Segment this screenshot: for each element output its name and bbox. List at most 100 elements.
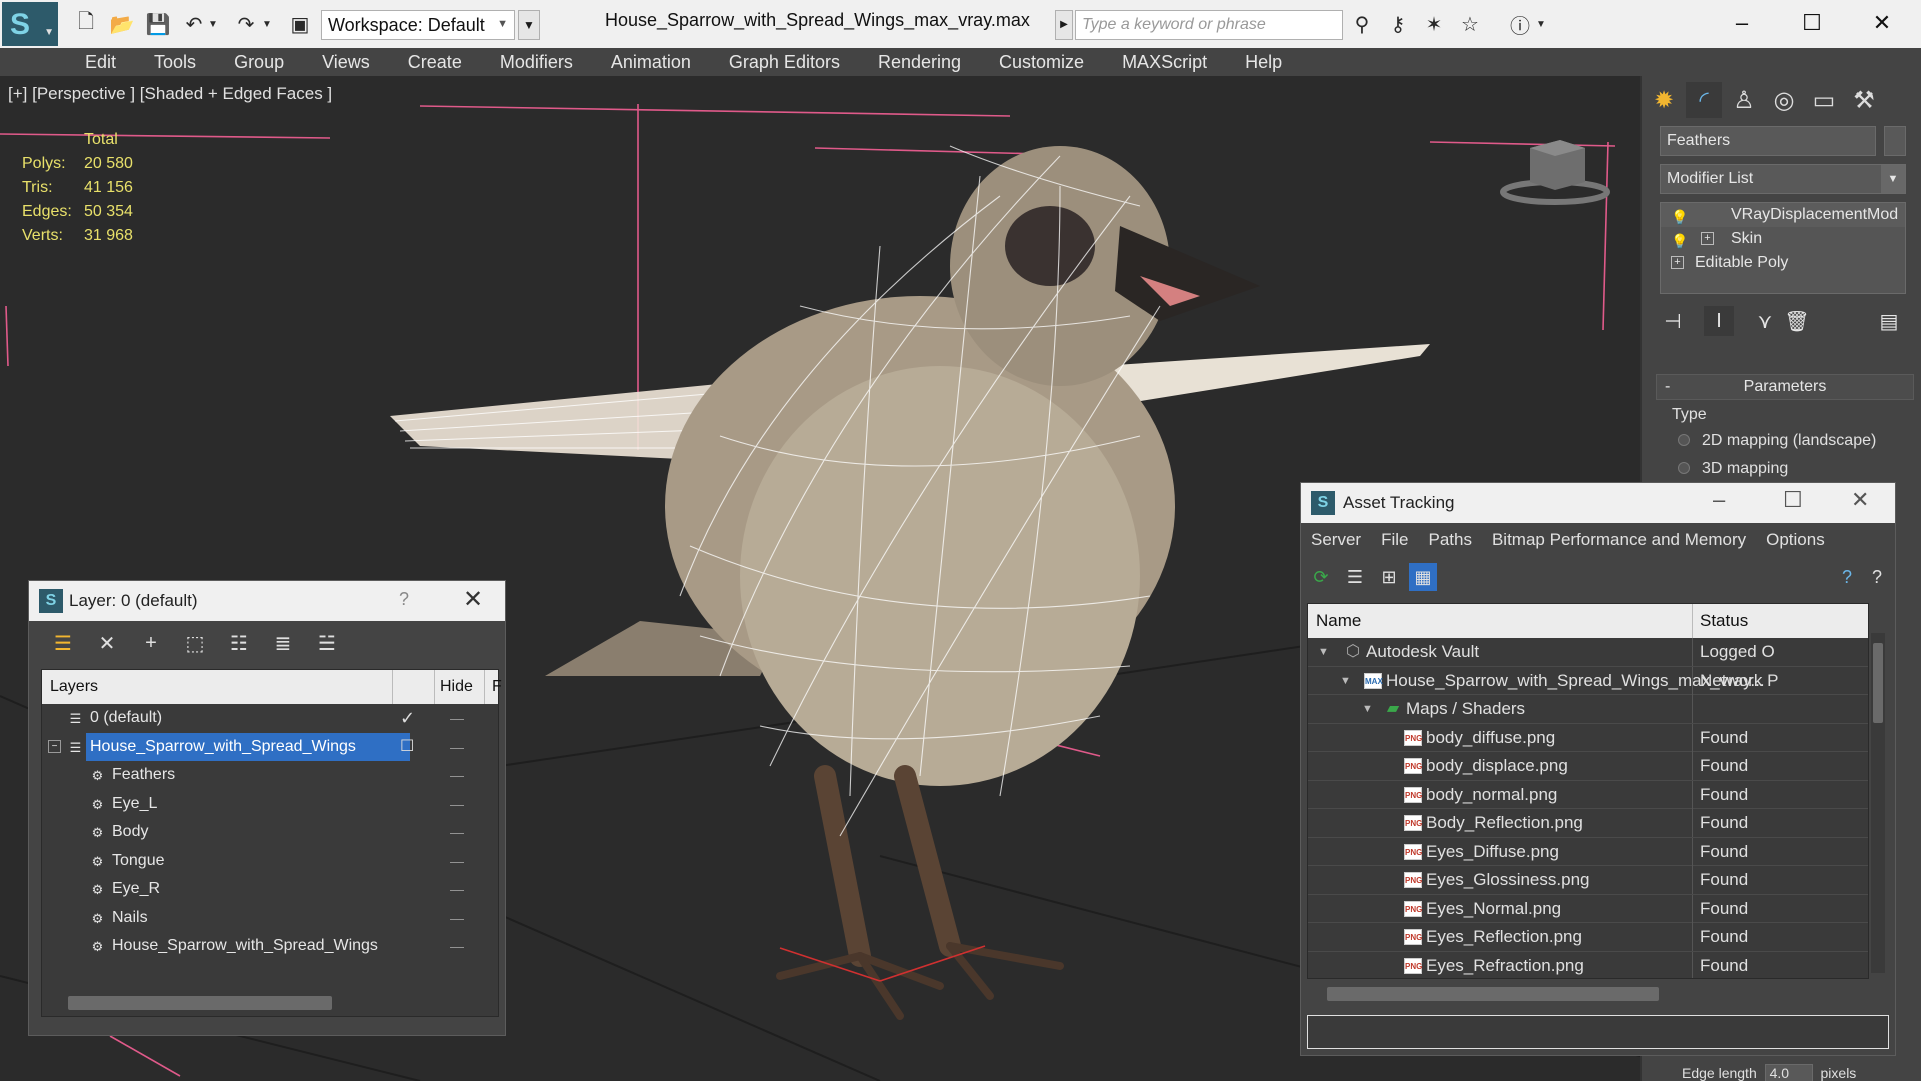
create-layer-icon[interactable]: ☰ [49,629,77,657]
stack-item-skin[interactable]: 💡 + Skin [1661,227,1905,251]
asset-row[interactable]: ▼ ▰ Maps / Shaders [1308,695,1868,724]
undo-dropdown-icon[interactable]: ▼ [206,10,220,38]
remove-modifier-icon[interactable]: 🗑 [1782,306,1812,336]
radio-2d-mapping[interactable]: 2D mapping (landscape) [1678,432,1876,450]
stack-item-editable-poly[interactable]: + Editable Poly [1661,251,1905,275]
menu-help[interactable]: Help [1226,52,1301,73]
expand-icon[interactable]: + [1671,256,1684,269]
asset-menu-options[interactable]: Options [1766,530,1825,550]
hide-toggle[interactable]: — [450,847,464,875]
tree-view-icon[interactable]: ⊞ [1375,563,1403,591]
asset-row[interactable]: PNG Eyes_Diffuse.png Found [1308,837,1868,866]
motion-tab-icon[interactable]: ◎ [1766,82,1802,118]
menu-animation[interactable]: Animation [592,52,710,73]
menu-edit[interactable]: Edit [66,52,135,73]
table-view-icon[interactable]: ▦ [1409,563,1437,591]
hide-unhide-all-icon[interactable]: ☱ [313,629,341,657]
minimize-button[interactable]: – [1713,487,1725,513]
pin-stack-icon[interactable]: ⊣ [1658,306,1688,336]
asset-row[interactable]: PNG body_normal.png Found [1308,780,1868,809]
horizontal-scrollbar[interactable] [1327,987,1659,1001]
checkmark-icon[interactable]: ✓ [400,704,415,732]
horizontal-scrollbar[interactable] [68,996,332,1010]
open-file-icon[interactable]: 📂 [108,10,136,38]
hierarchy-tab-icon[interactable]: ♙ [1726,82,1762,118]
save-icon[interactable]: 💾 [144,10,172,38]
delete-layer-icon[interactable]: ✕ [93,629,121,657]
chevron-down-icon[interactable]: ▼ [1318,638,1329,666]
menu-maxscript[interactable]: MAXScript [1103,52,1226,73]
asset-row[interactable]: PNG Eyes_Refraction.png Found [1308,951,1868,978]
maximize-button[interactable]: ☐ [1784,6,1840,40]
lightbulb-icon[interactable]: 💡 [1671,229,1688,253]
make-unique-icon[interactable]: ⋎ [1750,306,1780,336]
workspace-select[interactable]: Workspace: Default ▼ [321,10,515,40]
communication-icon[interactable]: ✶ [1420,10,1448,38]
add-to-layer-icon[interactable]: + [137,629,165,657]
asset-row[interactable]: PNG Body_Reflection.png Found [1308,809,1868,838]
asset-menu-paths[interactable]: Paths [1428,530,1471,550]
hide-toggle[interactable]: — [450,875,464,903]
layer-object-row[interactable]: ⚙ House_Sparrow_with_Spread_Wings — [42,932,498,961]
radio-3d-mapping[interactable]: 3D mapping [1678,460,1788,478]
layer-object-row[interactable]: ⚙ Tongue — [42,847,498,876]
asset-menu-file[interactable]: File [1381,530,1408,550]
vertical-scrollbar[interactable] [1871,633,1885,973]
current-layer-box-icon[interactable]: ☐ [400,733,414,761]
menu-views[interactable]: Views [303,52,389,73]
viewport-label[interactable]: [+] [Perspective ] [Shaded + Edged Faces… [8,84,332,104]
select-objects-icon[interactable]: ⬚ [181,629,209,657]
object-name-field[interactable]: Feathers [1660,126,1876,156]
asset-menu-server[interactable]: Server [1311,530,1361,550]
key-icon[interactable]: ⚷ [1384,10,1412,38]
hide-toggle[interactable]: — [450,733,464,761]
favorites-star-icon[interactable]: ☆ [1456,10,1484,38]
help-button[interactable]: ? [399,589,409,610]
menu-customize[interactable]: Customize [980,52,1103,73]
menu-modifiers[interactable]: Modifiers [481,52,592,73]
modify-tab-icon[interactable]: ◜ [1686,82,1722,118]
menu-group[interactable]: Group [215,52,303,73]
new-file-icon[interactable]: 🗋 [72,10,100,38]
menu-tools[interactable]: Tools [135,52,215,73]
hide-toggle[interactable]: — [450,761,464,789]
help-icon[interactable]: ⓘ [1506,10,1534,38]
configure-sets-icon[interactable]: ▤ [1874,306,1904,336]
col-hide[interactable]: Hide [440,678,473,696]
hide-toggle[interactable]: — [450,704,464,732]
workspace-menu-button[interactable]: ▼ [518,10,540,40]
project-folder-icon[interactable]: ▣ [286,10,314,38]
col-status[interactable]: Status [1700,611,1748,631]
chevron-down-icon[interactable]: ▼ [1340,667,1351,695]
stack-item-vraydisplacement[interactable]: 💡 VRayDisplacementMod [1661,203,1905,227]
search-input[interactable]: Type a keyword or phrase [1075,10,1343,40]
minimize-button[interactable]: – [1714,6,1770,40]
maximize-button[interactable]: ☐ [1783,487,1803,513]
display-tab-icon[interactable]: ▭ [1806,82,1842,118]
create-tab-icon[interactable]: ✹ [1646,82,1682,118]
layer-row-sparrow[interactable]: − ☰ House_Sparrow_with_Spread_Wings ☐ — [42,732,498,762]
asset-row[interactable]: PNG body_displace.png Found [1308,752,1868,781]
col-name[interactable]: Name [1316,611,1361,631]
hide-toggle[interactable]: — [450,818,464,846]
asset-menu-bitmap[interactable]: Bitmap Performance and Memory [1492,530,1746,550]
asset-row[interactable]: ▼ ⬡ Autodesk Vault Logged O [1308,638,1868,667]
close-button[interactable]: ✕ [1851,487,1869,513]
close-button[interactable]: ✕ [1854,6,1910,40]
layer-object-row[interactable]: ⚙ Eye_R — [42,875,498,904]
col-freeze[interactable]: F [492,678,502,696]
hide-toggle[interactable]: — [450,932,464,960]
undo-icon[interactable]: ↶ [180,10,208,38]
help-dropdown-icon[interactable]: ▼ [1534,10,1548,38]
layer-object-row[interactable]: ⚙ Body — [42,818,498,847]
menu-rendering[interactable]: Rendering [859,52,980,73]
parameters-rollout-header[interactable]: - Parameters [1656,374,1914,400]
binoculars-icon[interactable]: ⚲ [1348,10,1376,38]
vault-help-icon[interactable]: ? [1833,563,1861,591]
asset-row[interactable]: PNG Eyes_Glossiness.png Found [1308,866,1868,895]
chevron-down-icon[interactable]: ▼ [1362,695,1373,723]
select-layers-icon[interactable]: ☷ [225,629,253,657]
layer-window-titlebar[interactable]: S Layer: 0 (default) ? ✕ [29,581,505,621]
layer-row-default[interactable]: ☰ 0 (default) ✓ — [42,704,498,733]
redo-dropdown-icon[interactable]: ▼ [260,10,274,38]
